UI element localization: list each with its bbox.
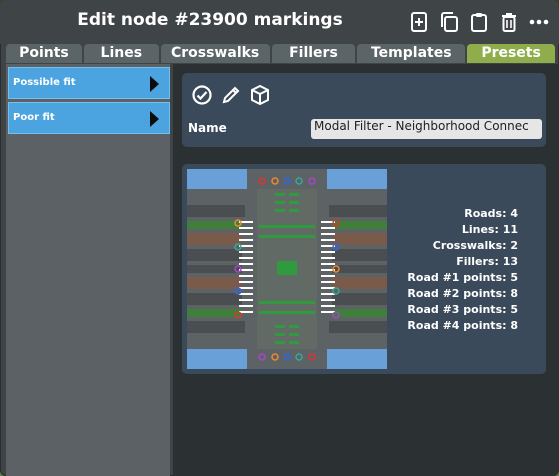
tab-crosswalks[interactable]: Crosswalks [160,44,270,63]
title-toolbar [407,10,551,34]
stat-roads: Roads: 4 [464,207,518,220]
play-arrow-icon [150,111,159,127]
apply-icon[interactable] [191,84,213,106]
edit-markings-window: Edit node #23900 markings Points Lines C… [0,0,559,476]
delete-icon[interactable] [497,10,521,34]
preset-category-list: Possible fit Poor fit [6,64,170,476]
tab-fillers[interactable]: Fillers [271,44,356,63]
name-field[interactable]: Modal Filter - Neighborhood Connec [311,119,542,139]
tab-templates[interactable]: Templates [357,44,466,63]
add-icon[interactable] [407,10,431,34]
edit-icon[interactable] [220,84,242,106]
copy-icon[interactable] [437,10,461,34]
stat-road-3-points: Road #3 points: 5 [407,303,518,316]
preset-stats: Roads: 4 Lines: 11 Crosswalks: 2 Fillers… [390,206,518,334]
stat-lines: Lines: 11 [461,223,518,236]
tab-bar: Points Lines Crosswalks Fillers Template… [6,44,555,63]
tab-lines[interactable]: Lines [83,44,159,63]
clipboard-icon[interactable] [467,10,491,34]
intersection-preview [187,169,387,369]
stat-fillers: Fillers: 13 [456,255,518,268]
sidebar-item-label: Possible fit [13,77,76,88]
tab-points[interactable]: Points [6,44,82,63]
stat-road-1-points: Road #1 points: 5 [407,271,518,284]
stat-road-4-points: Road #4 points: 8 [407,319,518,332]
sidebar-item-label: Poor fit [13,112,55,123]
play-arrow-icon [150,76,159,92]
tab-presets[interactable]: Presets [467,44,555,63]
name-label: Name [188,121,227,135]
sidebar-item-possible-fit[interactable]: Possible fit [8,67,170,99]
package-icon[interactable] [249,84,271,106]
sidebar-item-poor-fit[interactable]: Poor fit [8,102,170,134]
title-bar[interactable]: Edit node #23900 markings [0,0,559,44]
window-title: Edit node #23900 markings [77,10,343,30]
more-icon[interactable] [527,10,551,34]
stat-crosswalks: Crosswalks: 2 [432,239,518,252]
stat-road-2-points: Road #2 points: 8 [407,287,518,300]
